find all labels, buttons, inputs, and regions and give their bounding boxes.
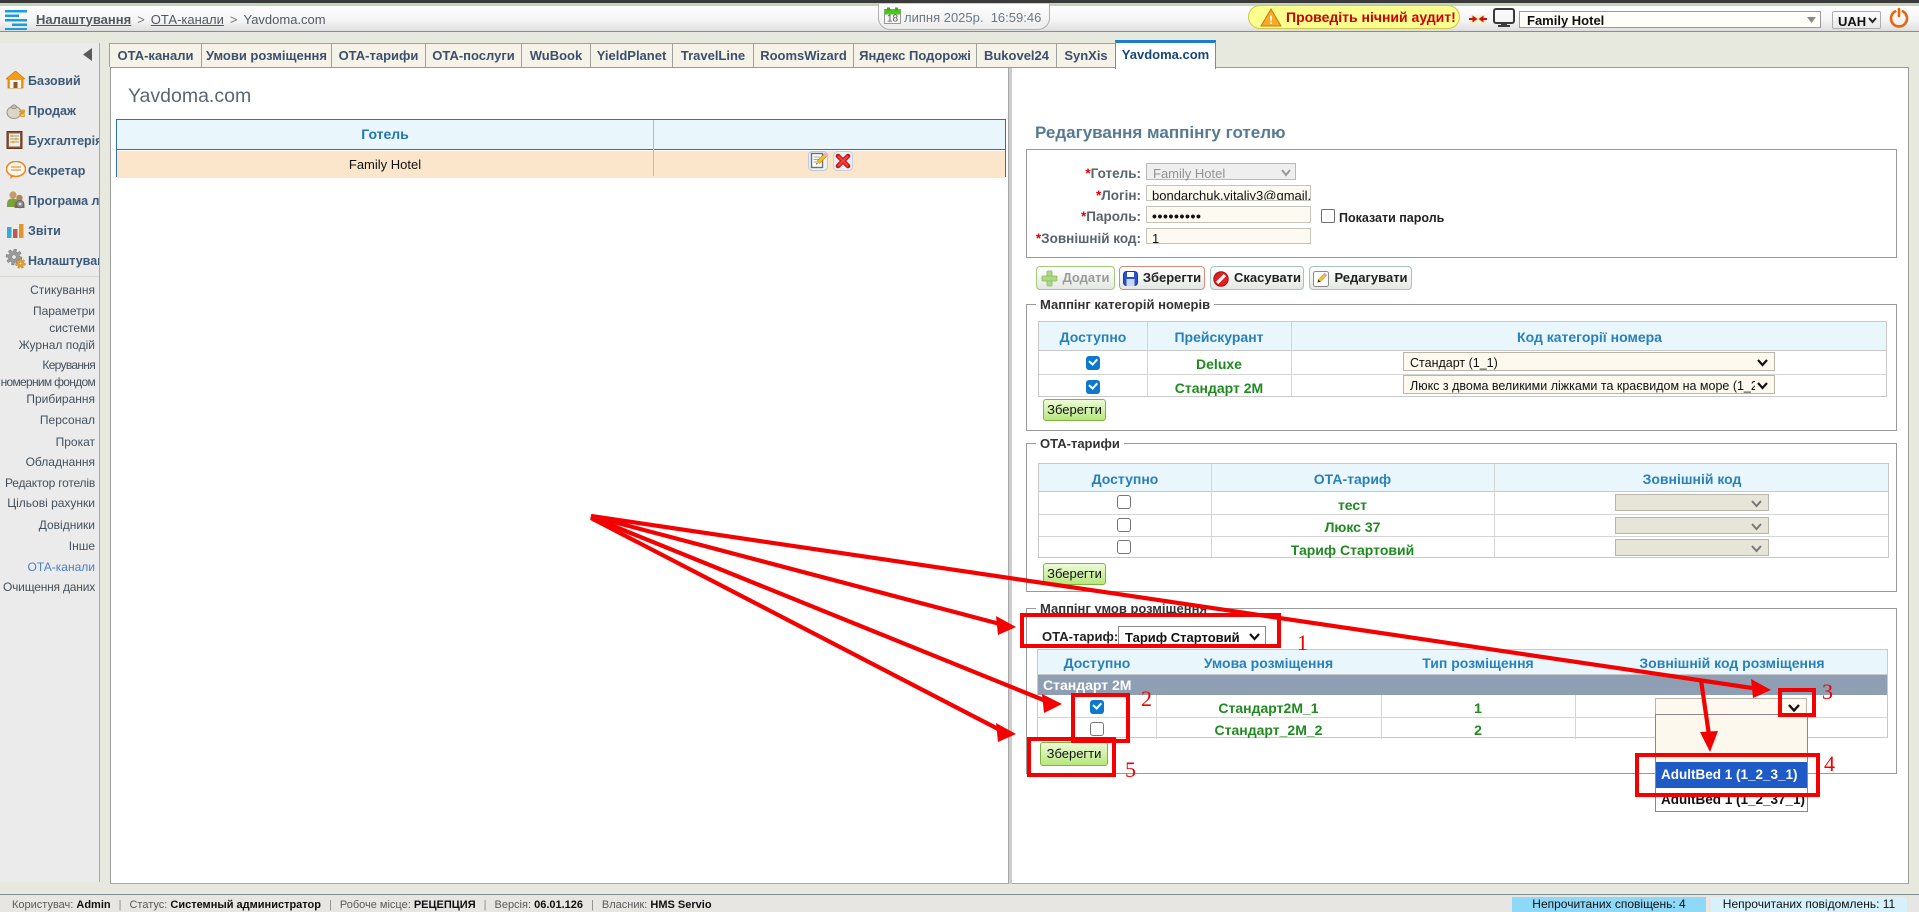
svg-text:4: 4 [1824, 751, 1835, 776]
svg-text:2: 2 [1141, 686, 1152, 711]
svg-text:3: 3 [1822, 679, 1833, 704]
svg-text:5: 5 [1125, 757, 1136, 782]
svg-text:1: 1 [1297, 630, 1308, 655]
